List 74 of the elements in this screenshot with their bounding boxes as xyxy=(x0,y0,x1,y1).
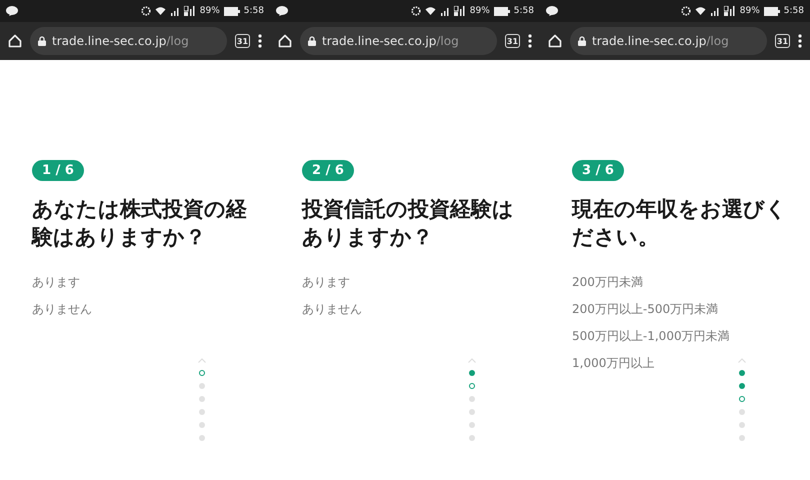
menu-icon[interactable] xyxy=(798,34,802,48)
signal-icon xyxy=(710,6,720,16)
sync-icon xyxy=(680,6,691,16)
sync-icon xyxy=(410,6,421,16)
progress-dot[interactable] xyxy=(469,383,475,389)
answer-option[interactable]: 500万円以上-1,000万円未満 xyxy=(572,323,730,350)
home-icon[interactable] xyxy=(548,34,562,48)
menu-icon[interactable] xyxy=(528,34,532,48)
clock-time: 5:58 xyxy=(514,6,534,16)
home-icon[interactable] xyxy=(8,34,22,48)
address-bar[interactable]: trade.line-sec.co.jp/log xyxy=(300,27,497,55)
question-title: 現在の年収をお選びください。 xyxy=(572,196,787,251)
progress-dot[interactable] xyxy=(739,396,745,402)
wifi-icon xyxy=(694,6,706,16)
battery-icon xyxy=(764,6,780,16)
step-badge: 2 / 6 xyxy=(302,160,354,181)
address-bar[interactable]: trade.line-sec.co.jp/log xyxy=(30,27,227,55)
signal-icon xyxy=(184,6,196,16)
chevron-up-icon[interactable] xyxy=(468,358,476,363)
question-title: 投資信託の投資経験はありますか？ xyxy=(302,196,515,251)
battery-percent: 89% xyxy=(200,6,220,16)
tab-count[interactable]: 31 xyxy=(505,34,520,48)
progress-dot[interactable] xyxy=(739,383,745,389)
battery-percent: 89% xyxy=(740,6,760,16)
wifi-icon xyxy=(424,6,436,16)
clock-time: 5:58 xyxy=(244,6,264,16)
progress-dot[interactable] xyxy=(199,409,205,415)
step-badge: 1 / 6 xyxy=(32,160,84,181)
sync-icon xyxy=(140,6,151,16)
progress-dot[interactable] xyxy=(199,370,205,376)
progress-dot[interactable] xyxy=(469,435,475,441)
signal-icon xyxy=(170,6,180,16)
chat-app-icon xyxy=(546,6,558,16)
answer-option[interactable]: ありません xyxy=(302,296,362,323)
question-title: あなたは株式投資の経験はありますか？ xyxy=(32,196,247,251)
progress-dot[interactable] xyxy=(199,422,205,428)
lock-icon xyxy=(308,36,316,46)
progress-dot[interactable] xyxy=(469,409,475,415)
progress-dot[interactable] xyxy=(199,383,205,389)
chevron-up-icon[interactable] xyxy=(738,358,746,363)
progress-dot[interactable] xyxy=(469,422,475,428)
wifi-icon xyxy=(154,6,166,16)
progress-dot[interactable] xyxy=(739,435,745,441)
progress-dot[interactable] xyxy=(739,370,745,376)
progress-dot[interactable] xyxy=(469,370,475,376)
signal-icon xyxy=(440,6,450,16)
address-bar[interactable]: trade.line-sec.co.jp/log xyxy=(570,27,767,55)
battery-icon xyxy=(494,6,510,16)
progress-dot[interactable] xyxy=(469,396,475,402)
answer-option[interactable]: 1,000万円以上 xyxy=(572,350,654,377)
tab-count[interactable]: 31 xyxy=(235,34,250,48)
progress-dot[interactable] xyxy=(199,396,205,402)
battery-icon xyxy=(224,6,240,16)
menu-icon[interactable] xyxy=(258,34,262,48)
answer-option[interactable]: 200万円以上-500万円未満 xyxy=(572,296,718,323)
progress-dot[interactable] xyxy=(739,422,745,428)
chat-app-icon xyxy=(6,6,18,16)
signal-icon xyxy=(724,6,736,16)
progress-dot[interactable] xyxy=(739,409,745,415)
signal-icon xyxy=(454,6,466,16)
lock-icon xyxy=(578,36,586,46)
battery-percent: 89% xyxy=(470,6,490,16)
answer-option[interactable]: 200万円未満 xyxy=(572,269,643,296)
home-icon[interactable] xyxy=(278,34,292,48)
progress-dot[interactable] xyxy=(199,435,205,441)
answer-option[interactable]: ありません xyxy=(32,296,92,323)
answer-option[interactable]: あります xyxy=(32,269,80,296)
chat-app-icon xyxy=(276,6,288,16)
lock-icon xyxy=(38,36,46,46)
chevron-up-icon[interactable] xyxy=(198,358,206,363)
step-badge: 3 / 6 xyxy=(572,160,624,181)
answer-option[interactable]: あります xyxy=(302,269,350,296)
tab-count[interactable]: 31 xyxy=(775,34,790,48)
clock-time: 5:58 xyxy=(784,6,804,16)
